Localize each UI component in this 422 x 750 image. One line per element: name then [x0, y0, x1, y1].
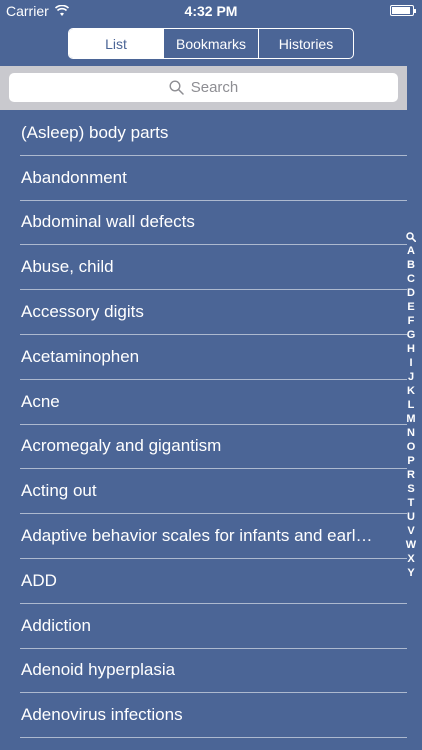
list-item-label: ADD	[21, 570, 57, 590]
list-item[interactable]: Acromegaly and gigantism	[0, 425, 407, 470]
status-bar: Carrier 4:32 PM	[0, 0, 422, 22]
battery-level	[392, 7, 410, 14]
index-letter-p[interactable]: P	[407, 454, 414, 468]
index-letter-l[interactable]: L	[408, 398, 415, 412]
list-item-label: Adenoid hyperplasia	[21, 660, 176, 680]
list-item[interactable]: Acting out	[0, 469, 407, 515]
view-segmented-control: List Bookmarks Histories	[68, 28, 354, 59]
list-item-label: Abdominal wall defects	[21, 212, 195, 232]
index-letter-g[interactable]: G	[407, 328, 416, 342]
list-item-label: Addiction	[21, 615, 91, 635]
index-letter-u[interactable]: U	[407, 510, 415, 524]
list-item[interactable]: Adenoid hyperplasia	[0, 649, 407, 694]
index-letter-e[interactable]: E	[407, 300, 414, 314]
index-letter-x[interactable]: X	[407, 552, 414, 566]
battery-icon	[390, 5, 416, 16]
index-letter-v[interactable]: V	[407, 524, 414, 538]
list-item[interactable]: ADD	[0, 559, 407, 604]
list-item[interactable]: Acetaminophen	[0, 335, 407, 380]
list-item[interactable]: (Asleep) body parts	[0, 111, 407, 156]
index-letter-o[interactable]: O	[407, 440, 416, 454]
index-letter-d[interactable]: D	[407, 286, 415, 300]
list-item[interactable]: Abuse, child	[0, 245, 407, 291]
list-item-label: Abuse, child	[21, 257, 114, 277]
topic-list: (Asleep) body parts Abandonment Abdomina…	[0, 111, 407, 739]
list-item-label: Acromegaly and gigantism	[21, 436, 222, 456]
list-item[interactable]: Abandonment	[0, 156, 407, 201]
index-letter-k[interactable]: K	[407, 384, 415, 398]
list-item-label: Adaptive behavior scales for infants and…	[21, 526, 373, 546]
segment-bookmarks[interactable]: Bookmarks	[163, 29, 258, 58]
index-letter-n[interactable]: N	[407, 426, 415, 440]
section-index[interactable]: A B C D E F G H I J K L M N O P R S T U …	[402, 232, 420, 580]
list-item-label: Abandonment	[21, 167, 127, 187]
search-input[interactable]: Search	[9, 73, 398, 102]
list-item[interactable]: Accessory digits	[0, 290, 407, 335]
list-item-label: Accessory digits	[21, 302, 144, 322]
search-icon	[169, 80, 184, 95]
search-placeholder: Search	[190, 79, 239, 96]
list-item-label: Acne	[21, 391, 60, 411]
index-letter-s[interactable]: S	[407, 482, 414, 496]
list-item[interactable]: Adenovirus infections	[0, 693, 407, 739]
index-letter-w[interactable]: W	[406, 538, 416, 552]
index-letter-a[interactable]: A	[407, 244, 415, 258]
list-item-label: Adenovirus infections	[21, 705, 183, 725]
index-letter-b[interactable]: B	[407, 258, 415, 272]
index-letter-t[interactable]: T	[408, 496, 415, 510]
index-letter-c[interactable]: C	[407, 272, 415, 286]
list-item[interactable]: Addiction	[0, 604, 407, 649]
segment-histories[interactable]: Histories	[258, 29, 353, 58]
index-letter-f[interactable]: F	[408, 314, 415, 328]
status-time: 4:32 PM	[184, 3, 238, 19]
list-item[interactable]: Adaptive behavior scales for infants and…	[0, 514, 407, 559]
list-item[interactable]: Acne	[0, 380, 407, 425]
index-letter-m[interactable]: M	[406, 412, 415, 426]
index-letter-r[interactable]: R	[407, 468, 415, 482]
list-item-label: Acetaminophen	[21, 346, 140, 366]
list-item[interactable]: Abdominal wall defects	[0, 201, 407, 246]
segment-list[interactable]: List	[69, 29, 163, 58]
index-search-icon[interactable]	[406, 232, 416, 242]
list-item-label: Acting out	[21, 481, 97, 501]
index-letter-y[interactable]: Y	[407, 566, 414, 580]
index-letter-i[interactable]: I	[409, 356, 412, 370]
search-bar: Search	[0, 66, 407, 110]
list-item-label: (Asleep) body parts	[21, 122, 169, 142]
index-letter-j[interactable]: J	[408, 370, 414, 384]
index-letter-h[interactable]: H	[407, 342, 415, 356]
